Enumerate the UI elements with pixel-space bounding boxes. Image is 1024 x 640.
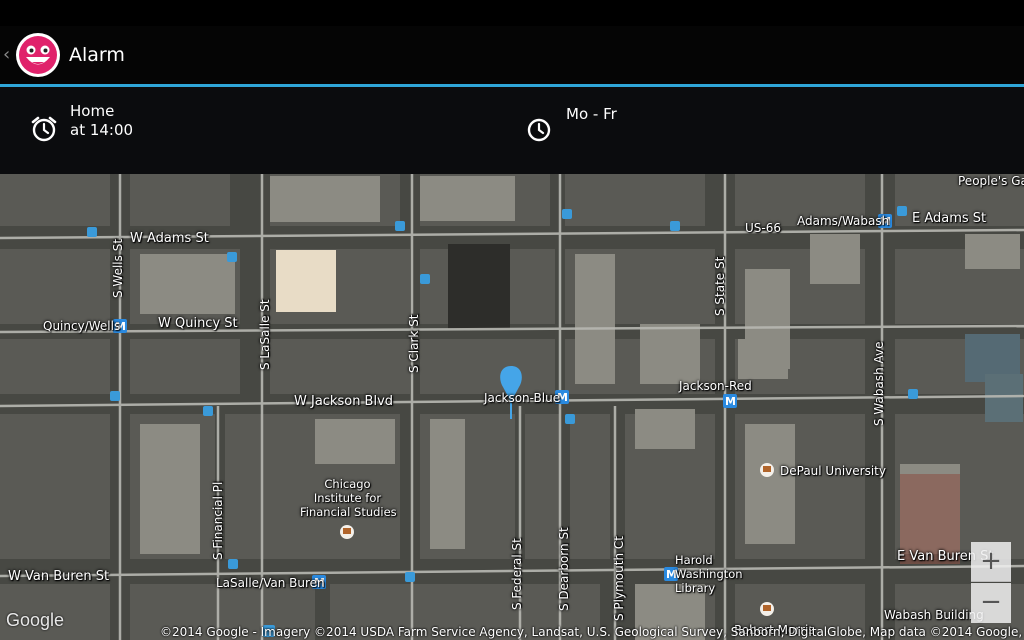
street-label-s-wabash: S Wabash Ave [872,341,886,426]
page-title: Alarm [69,44,125,66]
place-label-depaul: DePaul University [780,464,886,478]
station-label-harold-washington: Harold Washington Library [675,553,743,595]
street-label-s-lasalle: S LaSalle St [258,299,272,370]
map-copyright: ©2014 Google - Imagery ©2014 USDA Farm S… [160,625,1024,639]
location-name: Home [70,102,115,120]
location-info[interactable]: Home at 14:00 [30,87,490,174]
place-label-chicago-institute: Chicago Institute for Financial Studies [300,477,397,519]
place-label-wabash-building: Wabash Building [884,608,984,622]
street-label-s-wells: S Wells St [111,238,125,298]
alarm-info-panel: Home at 14:00 Mo - Fr [0,87,1024,174]
alarm-days: Mo - Fr [566,105,617,123]
status-bar [0,0,1024,26]
up-button[interactable]: ‹ [0,26,69,84]
street-label-us66: US-66 [745,221,781,235]
map-view[interactable]: M M M M M M W Adams St US-66 E Adams St … [0,174,1024,640]
zoom-out-button[interactable]: − [971,583,1011,623]
street-label-s-state: S State St [713,256,727,316]
place-label-peoples-gas: People's Gas [958,174,1024,188]
google-logo: Google [6,610,65,630]
station-label-adams-wabash: Adams/Wabash [797,214,890,228]
days-info[interactable]: Mo - Fr [526,87,986,174]
street-label-w-quincy: W Quincy St [158,316,238,331]
action-bar: ‹ Alarm [0,26,1024,84]
station-label-jackson-blue: Jackson-Blue [484,391,561,405]
svg-text:M: M [725,395,736,408]
street-label-w-adams: W Adams St [130,231,209,246]
chevron-left-icon: ‹ [3,44,11,65]
street-label-s-federal: S Federal St [510,538,524,610]
street-label-e-adams: E Adams St [912,211,987,226]
street-label-w-jackson: W Jackson Blvd [294,394,394,409]
street-label-s-clark: S Clark St [407,314,421,373]
street-label-s-financial: S Financial Pl [211,481,225,560]
station-label-jackson-red: Jackson-Red [679,379,752,393]
zoom-in-button[interactable]: + [971,542,1011,582]
station-label-quincy-wells: Quincy/Wells [43,319,121,333]
street-label-s-plymouth: S Plymouth Ct [612,536,626,621]
alarm-clock-icon [31,116,57,142]
street-label-w-van-buren: W Van Buren St [8,569,110,584]
street-label-s-dearborn: S Dearborn St [557,527,571,611]
clock-icon [527,118,551,142]
smiley-face-icon [16,33,60,77]
alarm-time: at 14:00 [70,121,134,139]
station-label-lasalle-van-buren: LaSalle/Van Buren [216,576,325,590]
